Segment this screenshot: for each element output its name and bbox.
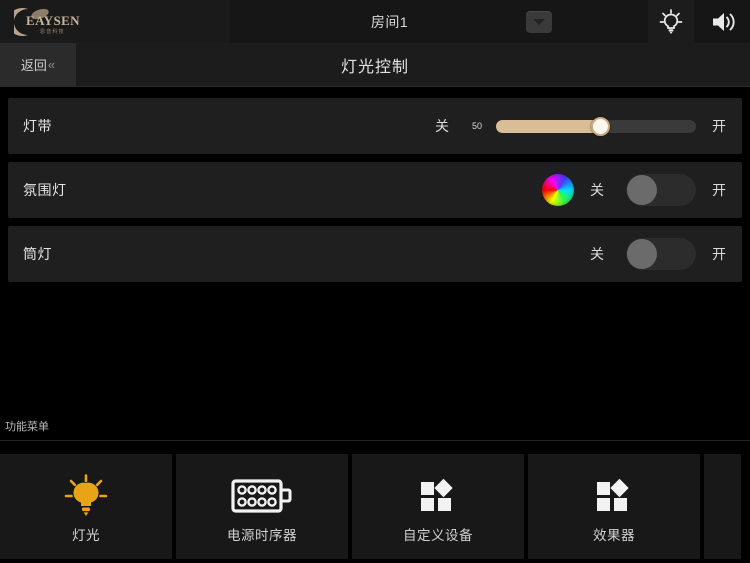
table-row[interactable]: 氛围灯 关 开: [8, 162, 742, 218]
color-wheel-icon[interactable]: [542, 174, 574, 206]
on-label[interactable]: 开: [712, 180, 726, 200]
top-bar: EAYSEN 恩音科技 房间1: [0, 0, 750, 43]
power-sequencer-icon: [231, 470, 293, 522]
brand-logo: EAYSEN 恩音科技: [0, 0, 230, 43]
function-menu-label: 功能菜单: [5, 421, 49, 433]
device-name: 筒灯: [23, 246, 52, 262]
off-label[interactable]: 关: [590, 244, 604, 264]
svg-text:恩音科技: 恩音科技: [40, 28, 65, 35]
on-label[interactable]: 开: [712, 244, 726, 264]
slider-value: 50: [471, 121, 482, 131]
off-label[interactable]: 关: [435, 116, 449, 136]
app-root: EAYSEN 恩音科技 房间1 灯光控制 返回 « 灯带 关 50 开 氛围灯 …: [0, 0, 750, 563]
chevron-left-double-icon: «: [47, 57, 56, 72]
top-bar-center: 房间1: [230, 0, 645, 43]
top-bar-actions: [645, 0, 750, 43]
light-bulb-icon[interactable]: [648, 0, 695, 43]
page-title: 灯光控制: [340, 58, 409, 76]
tile-custom-device[interactable]: 自定义设备: [352, 454, 524, 559]
power-sequencer-glyph: [231, 478, 292, 513]
function-menu: 灯光 电源时序器 自定义设备 效果器: [0, 454, 750, 559]
light-bulb-icon: [63, 470, 109, 522]
slider-thumb[interactable]: [591, 116, 610, 136]
divider: [0, 440, 750, 441]
brightness-slider[interactable]: [496, 116, 696, 136]
tile-next-partial[interactable]: [704, 454, 741, 559]
device-controls: 关 开: [590, 226, 742, 282]
power-toggle[interactable]: [626, 174, 696, 206]
device-controls: 关 开: [542, 162, 742, 218]
tile-effects[interactable]: 效果器: [528, 454, 700, 559]
table-row[interactable]: 筒灯 关 开: [8, 226, 742, 282]
tile-label: 效果器: [593, 527, 635, 543]
logo-icon: EAYSEN 恩音科技: [14, 7, 80, 36]
speaker-volume-icon[interactable]: [701, 0, 747, 43]
on-label[interactable]: 开: [712, 116, 726, 136]
table-row[interactable]: 灯带 关 50 开: [8, 98, 742, 154]
device-controls: 关 50 开: [435, 98, 742, 154]
tile-label: 电源时序器: [227, 527, 297, 543]
tile-power-sequencer[interactable]: 电源时序器: [176, 454, 348, 559]
chevron-down-icon: [532, 19, 545, 25]
toggle-knob[interactable]: [627, 175, 657, 205]
light-bulb-glyph: [64, 473, 108, 516]
tile-label: 灯光: [72, 527, 100, 543]
device-name: 氛围灯: [23, 182, 67, 198]
device-list: 灯带 关 50 开 氛围灯 关 开 筒灯 关 开: [0, 88, 750, 282]
nav-bar: 灯光控制 返回 «: [0, 43, 750, 87]
off-label[interactable]: 关: [590, 180, 604, 200]
effects-glyph: [597, 478, 629, 511]
light-bulb-glyph: [659, 8, 683, 34]
room-title: 房间1: [370, 13, 409, 30]
custom-device-glyph: [421, 478, 453, 511]
device-name: 灯带: [23, 118, 52, 134]
tile-label: 自定义设备: [403, 527, 473, 543]
room-dropdown-button[interactable]: [525, 10, 552, 33]
effects-icon: [592, 470, 636, 522]
toggle-knob[interactable]: [627, 239, 657, 269]
svg-text:EAYSEN: EAYSEN: [26, 13, 80, 28]
eaysen-logo-mark: EAYSEN 恩音科技: [14, 5, 94, 39]
speaker-volume-glyph: [712, 12, 735, 31]
tile-lighting[interactable]: 灯光: [0, 454, 172, 559]
power-toggle[interactable]: [626, 238, 696, 270]
back-button[interactable]: 返回 «: [0, 43, 76, 86]
back-button-label: 返回: [20, 58, 47, 73]
slider-fill: [496, 119, 600, 133]
custom-device-icon: [416, 470, 460, 522]
